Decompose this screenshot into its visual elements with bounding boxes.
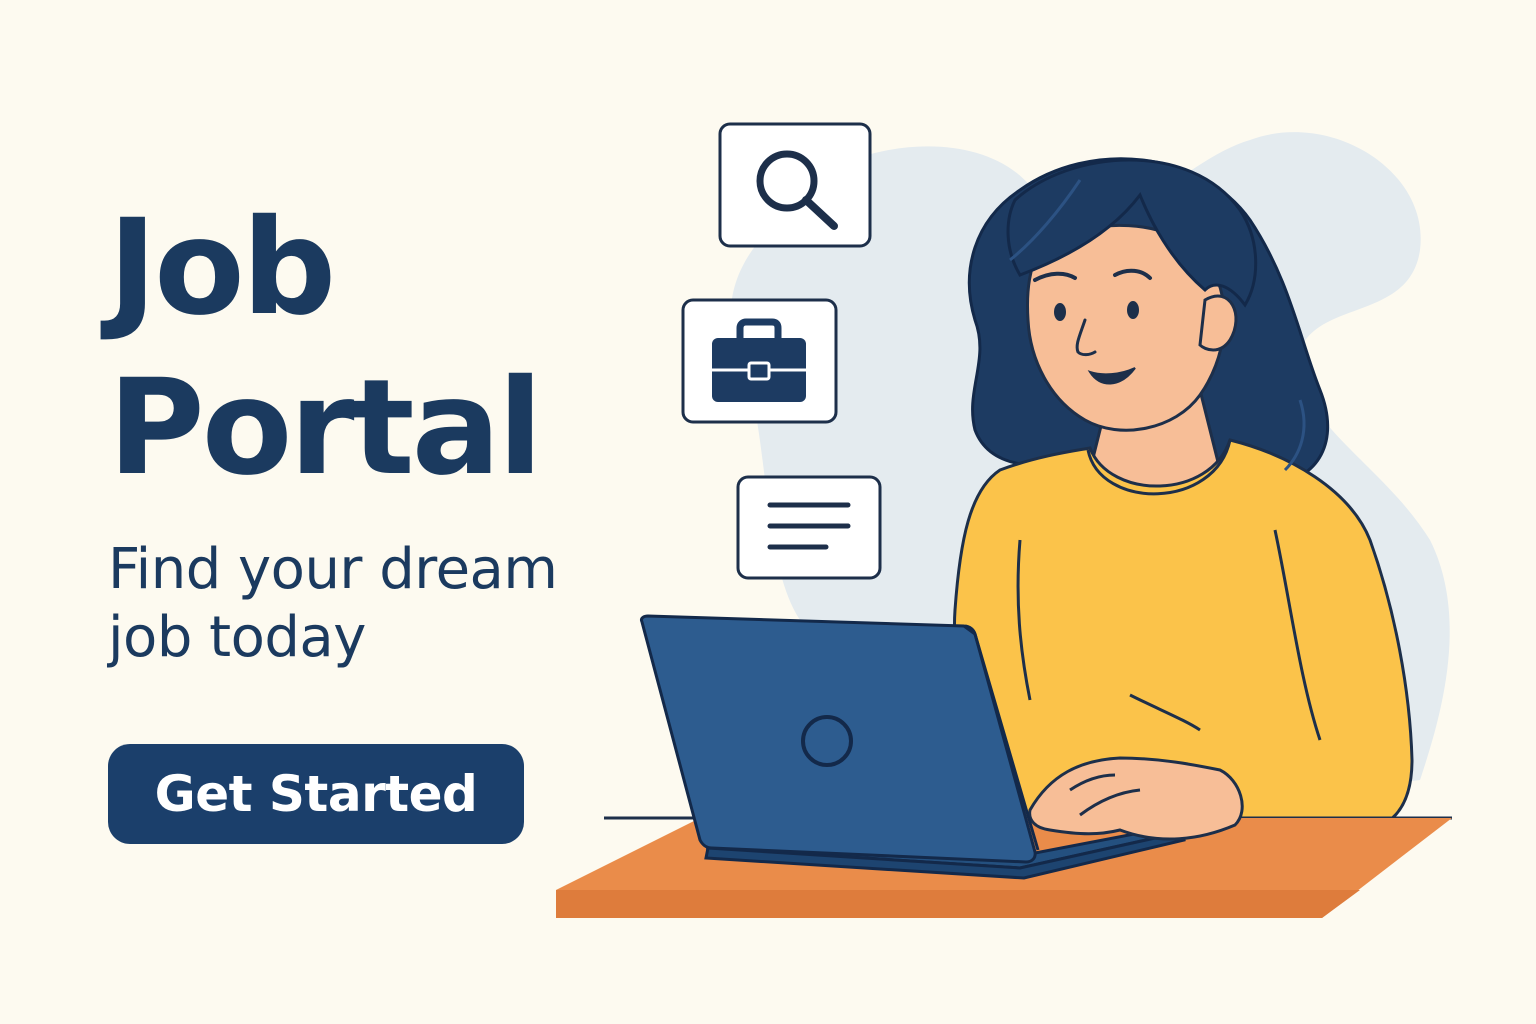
subtitle-line-1: Find your dream [108,537,558,602]
eye-left [1054,303,1066,321]
title-line-1: Job [108,191,336,345]
search-icon-card [718,122,872,248]
subtitle: Find your dream job today [108,536,668,672]
hero-text: Job Portal Find your dream job today [108,188,668,672]
eye-right [1127,301,1139,319]
briefcase-icon-card [681,298,838,424]
get-started-button[interactable]: Get Started [108,744,524,844]
document-icon-card [736,475,882,580]
title-line-2: Portal [108,351,543,505]
desk-edge [556,890,1360,918]
laptop-logo [801,715,853,767]
job-portal-hero: Job Portal Find your dream job today Get… [0,0,1536,1024]
subtitle-line-2: job today [108,605,366,670]
page-title: Job Portal [108,188,668,508]
